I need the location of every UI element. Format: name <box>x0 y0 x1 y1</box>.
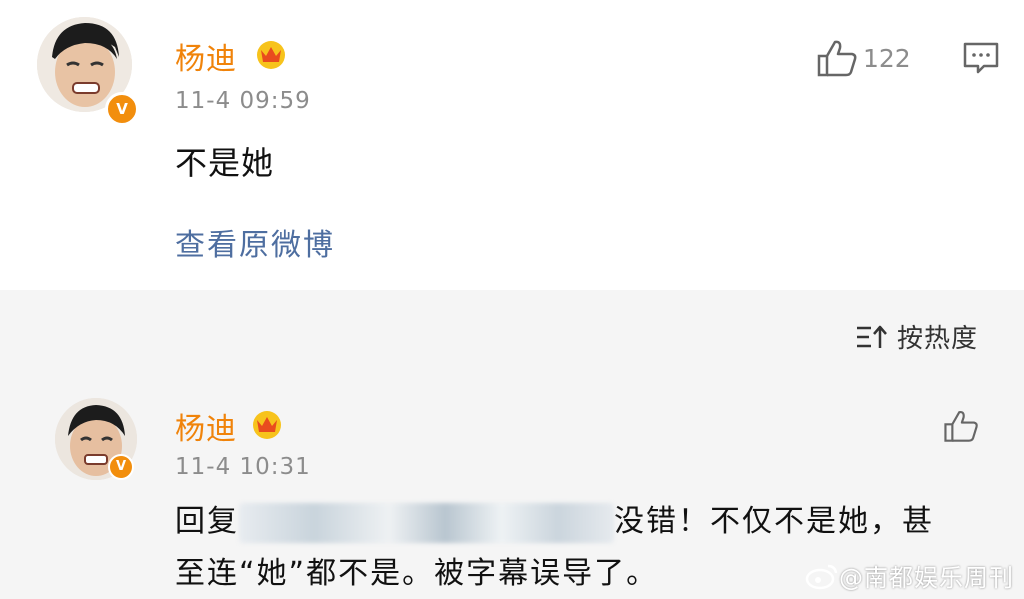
thumbs-up-icon[interactable] <box>942 408 980 444</box>
comment-icon[interactable] <box>962 40 1000 76</box>
reply-text-part-1: 没错！不仅不是她，甚 <box>614 504 934 539</box>
view-original-link[interactable]: 查看原微博 <box>175 220 335 264</box>
comment-timestamp: 11-4 09:59 <box>175 88 311 114</box>
reply-author-name[interactable]: 杨迪 <box>175 404 237 448</box>
like-button[interactable]: 122 <box>815 38 911 78</box>
sort-toggle[interactable]: 按热度 <box>855 318 978 355</box>
verified-badge-icon: V <box>108 454 134 480</box>
sort-label: 按热度 <box>897 324 979 354</box>
reply-text-line-2: 至连“她”都不是。被字幕误导了。 <box>175 556 659 591</box>
watermark: @南都娱乐周刊 <box>805 558 1014 593</box>
crown-badge-icon <box>257 41 285 69</box>
thumbs-up-icon <box>817 40 857 77</box>
comment-text: 不是她 <box>175 144 275 182</box>
blurred-username <box>239 502 614 543</box>
crown-badge-icon <box>253 411 281 439</box>
reply-text-line-1: 回复 没错！不仅不是她，甚 <box>175 496 934 543</box>
verified-badge-icon: V <box>105 92 139 126</box>
like-count: 122 <box>863 43 911 73</box>
weibo-logo-icon <box>805 564 838 589</box>
reply-timestamp: 11-4 10:31 <box>175 454 311 480</box>
watermark-text: @南都娱乐周刊 <box>839 564 1014 592</box>
comment-author-name[interactable]: 杨迪 <box>175 34 237 78</box>
sort-icon <box>857 325 887 348</box>
reply-prefix: 回复 <box>175 504 239 539</box>
comment-card: V 杨迪 11-4 09:59 122 不是她 查看原微博 <box>0 0 1024 290</box>
